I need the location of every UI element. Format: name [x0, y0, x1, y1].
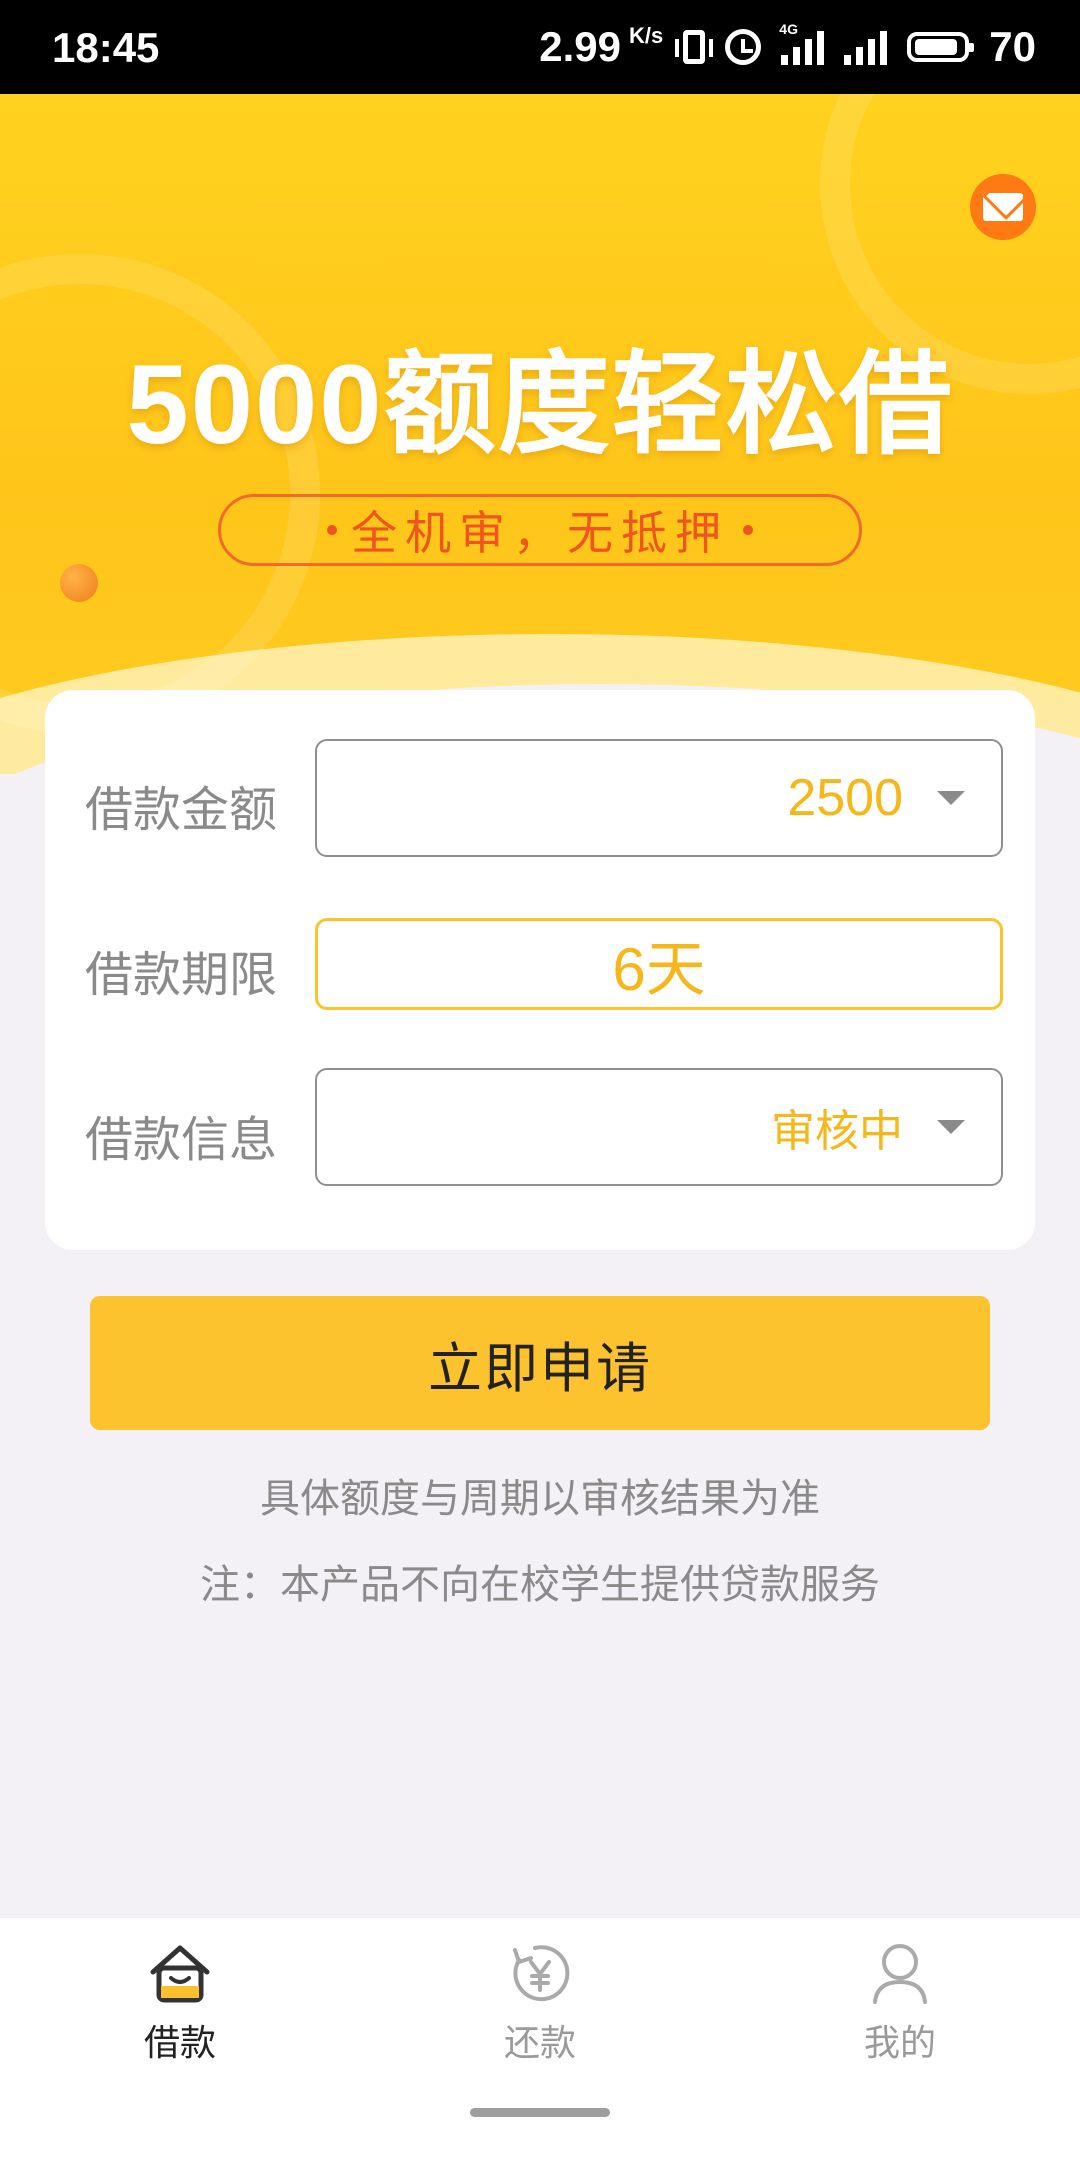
battery-level: 70 — [989, 23, 1036, 70]
home-indicator[interactable] — [470, 2108, 610, 2117]
tab-mine[interactable]: 我的 — [780, 1938, 1020, 2068]
signal-icon — [844, 29, 888, 65]
network-type-label: 4G — [779, 21, 798, 37]
note-limit: 具体额度与周期以审核结果为准 — [260, 1476, 820, 1522]
status-bar: 18:45 2.99 K/s 4G 70 — [0, 0, 1080, 94]
battery-icon — [907, 32, 975, 62]
banner-headline: 5000额度轻松借 — [126, 342, 954, 467]
tab-borrow-label: 借款 — [143, 2023, 216, 2064]
status-icons: 2.99 K/s 4G 70 — [539, 21, 1036, 72]
tab-mine-label: 我的 — [863, 2023, 936, 2064]
info-select[interactable]: 审核中 — [315, 1068, 1003, 1186]
amount-label: 借款金额 — [85, 782, 278, 838]
amount-select[interactable]: 2500 — [315, 739, 1003, 857]
signal-4g-icon: 4G — [779, 21, 825, 65]
alarm-icon — [725, 29, 762, 65]
tab-borrow[interactable]: 借款 — [60, 1938, 300, 2068]
bullet-dot — [327, 525, 337, 535]
tab-repay-label: 还款 — [503, 2023, 576, 2064]
network-speed-unit: K/s — [629, 23, 664, 48]
term-field[interactable]: 6天 — [315, 918, 1003, 1010]
dropdown-arrow-icon — [937, 1120, 965, 1134]
bottom-tab-bar: 借款 还款 我的 — [0, 1918, 1080, 2160]
network-speed-value: 2.99 — [539, 23, 622, 70]
house-smile-icon — [150, 1945, 210, 2003]
info-label: 借款信息 — [85, 1112, 278, 1168]
info-value: 审核中 — [771, 1106, 903, 1157]
banner-tagline: 全机审，无抵押 — [218, 494, 862, 566]
amount-value: 2500 — [787, 769, 903, 827]
apply-button[interactable]: 立即申请 — [90, 1296, 990, 1430]
decor-ball — [60, 564, 98, 602]
loan-form-card: 借款金额 2500 借款期限 6天 借款信息 审核中 — [45, 690, 1035, 1250]
yen-refresh-icon — [513, 1945, 570, 2002]
vibrate-icon — [675, 30, 714, 64]
network-speed: 2.99 K/s — [539, 23, 663, 71]
dropdown-arrow-icon — [937, 791, 965, 805]
tab-repay[interactable]: 还款 — [420, 1938, 660, 2068]
bullet-dot — [743, 525, 753, 535]
term-label: 借款期限 — [85, 947, 278, 1003]
user-icon — [873, 1944, 927, 2004]
note-student: 注：本产品不向在校学生提供贷款服务 — [200, 1562, 880, 1608]
mail-icon — [983, 193, 1023, 221]
message-button[interactable] — [970, 174, 1036, 240]
banner-tagline-text: 全机审，无抵押 — [351, 506, 729, 560]
term-value: 6天 — [612, 935, 706, 1003]
status-time: 18:45 — [52, 24, 160, 71]
promo-banner: 5000额度轻松借 全机审，无抵押 — [0, 94, 1080, 774]
